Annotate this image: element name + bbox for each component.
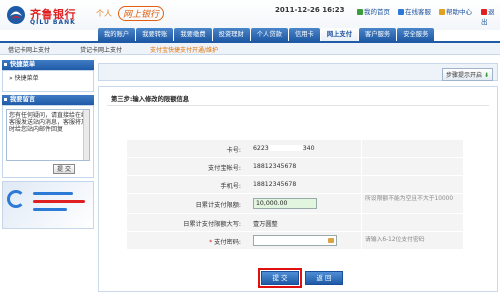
- sidebar-menu-box: » 快捷菜单: [2, 70, 94, 92]
- lock-icon: [328, 238, 334, 243]
- logout-link[interactable]: 退出: [481, 6, 500, 26]
- tab-security-service[interactable]: 安全服务: [397, 28, 435, 41]
- form-row-card-number: 卡号: 6223 340: [127, 140, 463, 158]
- form-row-daily-limit: 日累计支付限额: 10,000.00 所设限额不能为空且不大于10000: [127, 194, 463, 214]
- daily-limit-input[interactable]: 10,000.00: [253, 198, 317, 209]
- payment-password-hint: 请输入6-12位支付密码: [365, 237, 425, 243]
- masked-digits: [268, 145, 303, 151]
- tab-my-account[interactable]: 我的账户: [98, 28, 136, 41]
- sidebar-item-quick-menu[interactable]: » 快捷菜单: [3, 71, 93, 84]
- bank-name-en: QILU BANK: [30, 19, 76, 26]
- bank-logo-icon: [7, 6, 25, 24]
- form-row-phone: 手机号: 18812345678: [127, 176, 463, 194]
- column-divider: [361, 232, 362, 249]
- banner-stripe: [33, 208, 67, 211]
- card-number-value: 6223 340: [253, 145, 315, 152]
- step-title: 第三步:输入修改的限额信息: [111, 96, 190, 103]
- tab-transfer[interactable]: 我要转账: [136, 28, 174, 41]
- daily-limit-uppercase-label: 日累计支付限额大写:: [183, 221, 241, 228]
- tab-payment[interactable]: 我要缴费: [174, 28, 212, 41]
- alipay-account-value: 18812345678: [253, 163, 297, 170]
- subnav-alipay-quick-pay[interactable]: 支付宝快捷支付开通/维护: [150, 45, 218, 54]
- payment-password-input[interactable]: [253, 235, 337, 246]
- card-number-label: 卡号:: [226, 147, 241, 154]
- home-link[interactable]: 我的首页: [357, 6, 390, 16]
- title-divider: [107, 105, 489, 106]
- tab-investment[interactable]: 投资理财: [212, 28, 250, 41]
- message-submit-button[interactable]: 提 交: [53, 164, 75, 174]
- tab-online-payment[interactable]: 网上支付: [320, 28, 359, 41]
- current-datetime: 2011-12-26 16:23: [275, 6, 345, 14]
- daily-limit-label: 日累计支付限额:: [195, 202, 241, 209]
- back-button[interactable]: 返 回: [305, 271, 343, 285]
- subnav-debit-card-payment[interactable]: 借记卡网上支付: [8, 45, 50, 54]
- logo-personal: 个人: [96, 9, 112, 18]
- chat-icon: [398, 9, 404, 15]
- sidebar-menu-title: 快捷菜单: [2, 60, 94, 70]
- payment-password-label: * 支付密码:: [209, 239, 241, 246]
- column-divider: [361, 214, 362, 231]
- arrow-down-icon: ⬇: [483, 72, 489, 79]
- form-row-payment-password: * 支付密码: 请输入6-12位支付密码: [127, 232, 463, 250]
- banner-stripe: [33, 200, 85, 203]
- subnav-credit-card-payment[interactable]: 贷记卡网上支付: [80, 45, 122, 54]
- phone-value: 18812345678: [253, 181, 297, 188]
- help-icon: [439, 9, 445, 15]
- message-textarea[interactable]: 您有任何疑问，请直接给在线客服发送站内消息，客服将及时给您站内邮件回复: [6, 109, 90, 161]
- column-divider: [361, 194, 362, 213]
- logout-icon: [481, 9, 487, 15]
- logo-online-banking: 网上银行: [118, 6, 165, 21]
- main-nav: 我的账户 我要转账 我要缴费 投资理财 个人贷款 信用卡 网上支付 客户服务 安…: [98, 28, 435, 41]
- column-divider: [361, 176, 362, 193]
- help-center-link[interactable]: 帮助中心: [439, 6, 472, 16]
- page-header: 齐鲁银行 QILU BANK 个人 网上银行 2011-12-26 16:23 …: [0, 0, 500, 30]
- home-icon: [357, 9, 363, 15]
- step-help-bar: 步骤提示开启 ⬇: [98, 63, 498, 81]
- tab-credit-card[interactable]: 信用卡: [288, 28, 320, 41]
- tab-customer-service[interactable]: 客户服务: [359, 28, 397, 41]
- sidebar-message-box: 您有任何疑问，请直接给在线客服发送站内消息，客服将及时给您站内邮件回复 提 交: [2, 105, 94, 178]
- banner-stripe: [33, 192, 73, 195]
- online-service-link[interactable]: 在线客服: [398, 6, 431, 16]
- sub-nav: 借记卡网上支付 贷记卡网上支付 支付宝快捷支付开通/维护: [0, 43, 500, 55]
- tab-personal-loan[interactable]: 个人贷款: [250, 28, 288, 41]
- column-divider: [361, 158, 362, 175]
- sidebar-message-title: 我要留言: [2, 95, 94, 105]
- column-divider: [361, 140, 362, 157]
- limit-form-panel: 第三步:输入修改的限额信息 卡号: 6223 340 支付宝帐号: 1881234…: [98, 86, 498, 292]
- message-scrollbar[interactable]: [83, 110, 89, 160]
- alipay-account-label: 支付宝帐号:: [207, 165, 241, 172]
- step-hint-toggle-button[interactable]: 步骤提示开启 ⬇: [442, 68, 493, 81]
- submit-button[interactable]: 提 交: [261, 271, 299, 285]
- promo-banner[interactable]: [2, 181, 94, 229]
- banner-swoosh-icon: [7, 190, 25, 208]
- phone-label: 手机号:: [220, 183, 241, 190]
- form-row-daily-limit-uppercase: 日累计支付限额大写: 壹万圆整: [127, 214, 463, 232]
- daily-limit-hint: 所设限额不能为空且不大于10000: [365, 196, 454, 202]
- form-row-alipay-account: 支付宝帐号: 18812345678: [127, 158, 463, 176]
- sidebar: 快捷菜单 » 快捷菜单 我要留言 您有任何疑问，请直接给在线客服发送站内消息，客…: [2, 60, 94, 292]
- daily-limit-uppercase-value: 壹万圆整: [253, 221, 278, 228]
